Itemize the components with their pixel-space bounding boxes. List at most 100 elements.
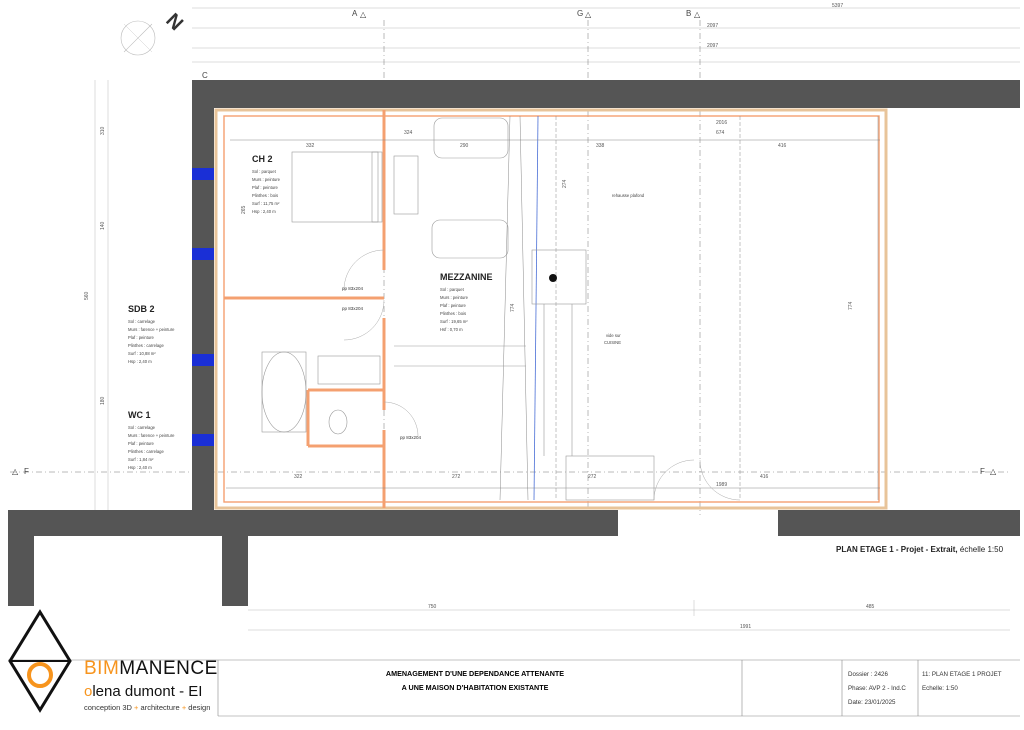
dim-bottom-272b: 272 — [588, 474, 597, 480]
stair-landing — [531, 249, 587, 305]
dim-bottom-1991: 1991 — [740, 624, 751, 630]
sheet-meta: 11: PLAN ETAGE 1 PROJET Echelle: 1:50 — [922, 668, 1002, 696]
room-sdb2-spec-0: Sol : carrelage — [128, 319, 156, 324]
designer-name: olena dumont - EI — [84, 683, 202, 700]
toilet — [328, 409, 348, 435]
room-ch2-spec-0: Sol : parquet — [252, 169, 277, 174]
room-mezzanine-spec-4: Surf : 19,65 m² — [440, 319, 468, 324]
svg-text:△: △ — [694, 10, 701, 19]
dim-top-2: 2097 — [707, 23, 718, 29]
section-f-left: F — [24, 467, 29, 476]
room-wc1-spec-3: Plinthes : carrelage — [128, 449, 165, 454]
door-label-3: pp 83x204 — [400, 435, 422, 440]
dim-ch2-width: 332 — [306, 143, 315, 149]
section-f-right: F — [980, 467, 985, 476]
svg-text:△: △ — [990, 467, 997, 476]
room-sdb2-spec-1: Murs : faïence + peinture — [128, 327, 175, 332]
plan-caption-title: PLAN ETAGE 1 - Projet - Extrait, — [836, 545, 958, 554]
sofa-top — [433, 117, 509, 159]
annotation-raised-ceiling: rehausse plafond — [612, 193, 645, 198]
dim-bottom-272: 272 — [452, 474, 461, 480]
project-title-line-1: AMENAGEMENT D'UNE DEPENDANCE ATTENANTE — [385, 669, 565, 678]
dim-h274: 274 — [562, 179, 568, 188]
room-mezzanine-spec-0: Sol : parquet — [440, 287, 465, 292]
meta-phase: Phase: AVP 2 - Ind.C — [848, 685, 906, 692]
axis-a-label: A — [352, 9, 358, 18]
room-mezzanine-spec-2: Plaf : peinture — [440, 303, 467, 308]
project-title: AMENAGEMENT D'UNE DEPENDANCE ATTENANTE A… — [340, 667, 610, 695]
dim-bottom-750: 750 — [428, 604, 437, 610]
dim-left-560: 560 — [84, 291, 90, 300]
column-marker — [549, 274, 557, 282]
furniture — [261, 117, 655, 501]
plan-caption: PLAN ETAGE 1 - Projet - Extrait, échelle… — [836, 545, 1003, 554]
annotation-void-2: CUISINE — [604, 340, 621, 345]
svg-text:△: △ — [360, 10, 367, 19]
room-ch2-spec-2: Plaf : peinture — [252, 185, 279, 190]
room-ch2: CH 2 Sol : parquet Murs : peinture Plaf … — [252, 154, 281, 214]
dim-top-3: 2097 — [707, 43, 718, 49]
dim-left-310: 310 — [100, 126, 106, 135]
dim-416: 416 — [778, 143, 787, 149]
door-label-1: pp 83x204 — [342, 286, 364, 291]
room-mezzanine-title: MEZZANINE — [440, 272, 493, 282]
dim-bottom-416: 416 — [760, 474, 769, 480]
dim-bottom-1989: 1989 — [716, 482, 727, 488]
brand-rest: MANENCE — [119, 658, 218, 679]
floor-plan: N 5397 2097 2097 A △ G △ B △ C △ F F △ 5… — [8, 3, 1020, 717]
top-dimension-lines — [192, 7, 1020, 63]
svg-text:△: △ — [12, 467, 19, 476]
plan-caption-scale: échelle 1:50 — [957, 545, 1004, 554]
door-label-2: pp 83x204 — [342, 306, 364, 311]
axis-g-label: G — [577, 9, 583, 18]
room-mezzanine: MEZZANINE Sol : parquet Murs : peinture … — [440, 272, 493, 332]
dim-bottom-322: 322 — [294, 474, 303, 480]
bathtub — [261, 351, 307, 433]
brand-main: BIM — [84, 658, 120, 679]
room-wc1-spec-5: Hsp : 2,40 m — [128, 465, 152, 470]
drawing-sheet: N 5397 2097 2097 A △ G △ B △ C △ F F △ 5… — [0, 0, 1024, 730]
tagline-sep-1: + — [134, 703, 139, 712]
annotation-void-1: vide sur — [606, 333, 621, 338]
meta-dossier: Dossier : 2426 — [848, 671, 888, 678]
room-ch2-title: CH 2 — [252, 154, 273, 164]
dim-338: 338 — [596, 143, 605, 149]
desk — [393, 155, 419, 215]
room-wc1-spec-1: Murs : faïence + peinture — [128, 433, 175, 438]
dim-left-180: 180 — [100, 396, 106, 405]
meta-date: Date: 23/01/2025 — [848, 699, 896, 706]
room-ch2-spec-4: Surf : 11,75 m² — [252, 201, 280, 206]
room-mezzanine-spec-1: Murs : peinture — [440, 295, 469, 300]
project-meta: Dossier : 2426 Phase: AVP 2 - Ind.C Date… — [848, 668, 906, 710]
dim-left-140: 140 — [100, 221, 106, 230]
axis-b-label: B — [686, 9, 691, 18]
room-sdb2: SDB 2 Sol : carrelage Murs : faïence + p… — [128, 304, 175, 364]
dim-2016: 2016 — [716, 120, 727, 126]
project-title-line-2: A UNE MAISON D'HABITATION EXISTANTE — [401, 683, 549, 692]
dim-674: 674 — [716, 130, 725, 136]
svg-text:△: △ — [585, 10, 592, 19]
dim-290: 290 — [460, 143, 469, 149]
tagline-part-3: design — [188, 703, 211, 712]
left-dimension-lines — [94, 80, 109, 510]
interior-lining — [214, 108, 888, 510]
meta-sheet: 11: PLAN ETAGE 1 PROJET — [922, 671, 1002, 678]
brand-tagline: conception 3D + architecture + design — [84, 703, 210, 712]
north-label: N — [161, 9, 187, 35]
meta-scale: Echelle: 1:50 — [922, 685, 958, 692]
room-sdb2-title: SDB 2 — [128, 304, 155, 314]
room-mezzanine-spec-3: Plinthes : bois — [440, 311, 466, 316]
room-wc1-title: WC 1 — [128, 410, 151, 420]
room-sdb2-spec-3: Plinthes : carrelage — [128, 343, 165, 348]
room-ch2-spec-5: Hsp : 2,40 m — [252, 209, 276, 214]
tagline-part-1: conception 3D — [84, 703, 132, 712]
dim-h774: 774 — [848, 301, 854, 310]
room-wc1-spec-2: Plaf : peinture — [128, 441, 155, 446]
logo-mark — [8, 609, 72, 713]
sofa-bottom — [431, 219, 509, 259]
tagline-part-2: architecture — [140, 703, 180, 712]
dim-h774b: 774 — [510, 303, 516, 312]
room-sdb2-spec-5: Hsp : 2,40 m — [128, 359, 152, 364]
room-wc1-spec-0: Sol : carrelage — [128, 425, 156, 430]
bed — [291, 151, 379, 223]
